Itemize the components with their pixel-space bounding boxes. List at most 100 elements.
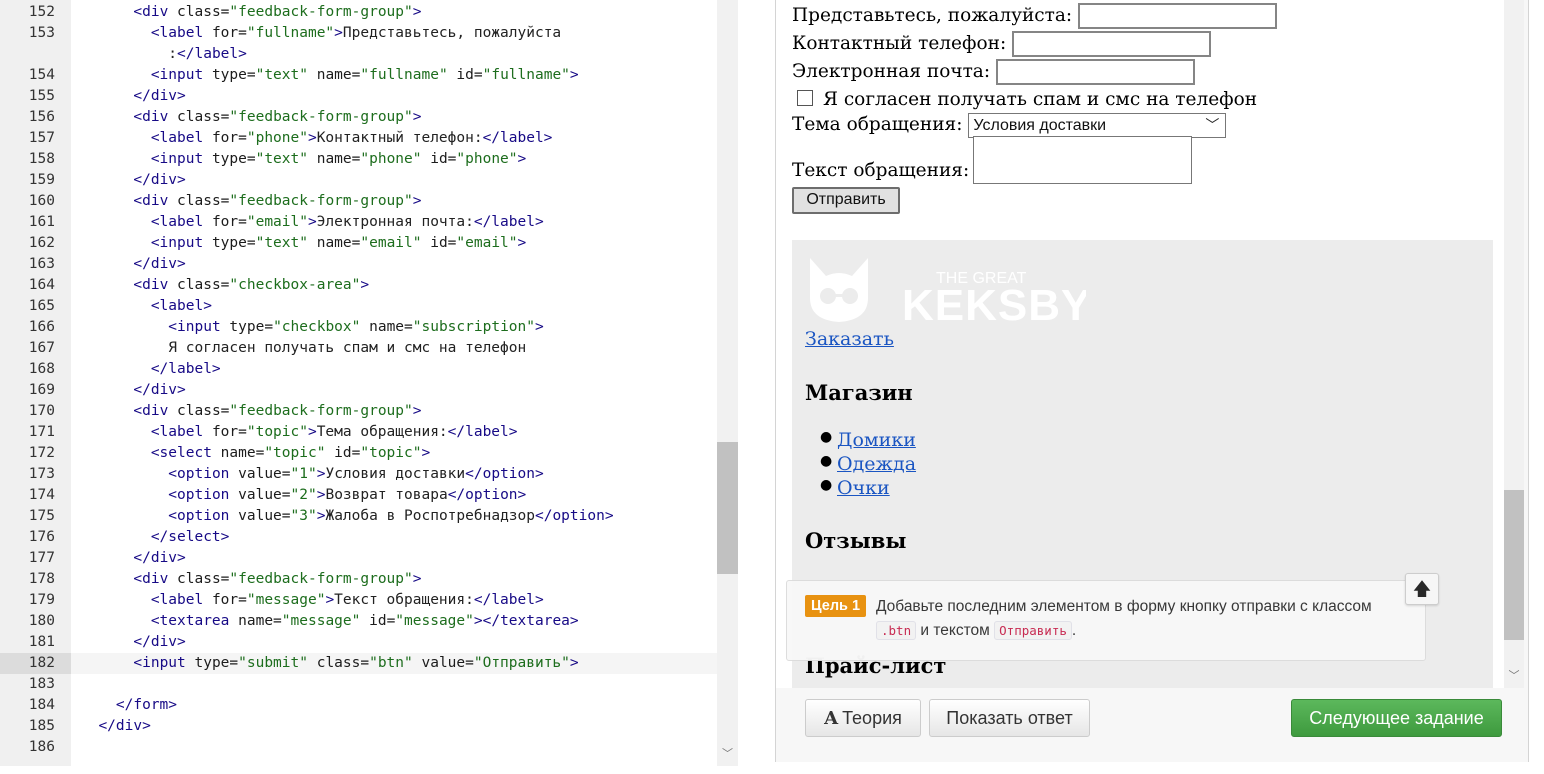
next-task-button[interactable]: Следующее задание (1291, 699, 1502, 737)
editor-scrollbar[interactable] (717, 0, 738, 766)
reviews-heading: Отзывы (805, 528, 907, 553)
code-line[interactable]: <div class="feedback-form-group"> (133, 569, 421, 590)
code-line[interactable]: <input type="text" name="email" id="emai… (151, 233, 526, 254)
code-line[interactable]: <select name="topic" id="topic"> (151, 443, 430, 464)
editor-scrollbar-thumb[interactable] (717, 442, 738, 574)
form-group-phone: Контактный телефон: (792, 31, 1212, 57)
line-number: 153 (28, 25, 55, 41)
code-line[interactable]: <label> (151, 296, 212, 317)
preview-scroll-down-icon[interactable]: ﹀ (1504, 666, 1524, 686)
order-link[interactable]: Заказать (805, 328, 894, 350)
code-line[interactable]: <input type="submit" class="btn" value="… (133, 653, 578, 674)
line-number: 174 (28, 487, 55, 503)
preview-frame[interactable]: Представьтесь, пожалуйста: Контактный те… (776, 0, 1504, 688)
code-line[interactable]: <label for="email">Электронная почта:</l… (151, 212, 544, 233)
arrow-up-icon[interactable]: 🡅 (1405, 573, 1439, 605)
email-input[interactable] (995, 59, 1195, 85)
line-number: 164 (28, 277, 55, 293)
code-line[interactable]: <label for="message">Текст обращения:</l… (151, 590, 544, 611)
code-line[interactable]: </div> (133, 170, 185, 191)
code-line[interactable]: </form> (116, 695, 177, 716)
subscription-checkbox[interactable] (797, 90, 813, 106)
code-line[interactable]: <option value="3">Жалоба в Роспотребнадз… (168, 506, 613, 527)
code-line[interactable]: <label for="phone">Контактный телефон:</… (151, 128, 553, 149)
line-number: 163 (28, 256, 55, 272)
line-number (0, 44, 55, 65)
shop-link-houses[interactable]: Домики (837, 429, 916, 451)
line-number: 176 (28, 529, 55, 545)
code-line[interactable]: </div> (133, 254, 185, 275)
code-line[interactable]: </select> (151, 527, 230, 548)
code-line[interactable]: <option value="1">Условия доставки</opti… (168, 464, 543, 485)
code-line[interactable]: Я согласен получать спам и смс на телефо… (168, 338, 526, 359)
line-number: 156 (28, 109, 55, 125)
code-line[interactable]: <input type="checkbox" name="subscriptio… (168, 317, 543, 338)
form-group-topic: Тема обращения: Условия доставки ﹀ (792, 112, 1227, 138)
shop-link-clothes[interactable]: Одежда (837, 453, 916, 475)
line-number: 167 (28, 340, 55, 356)
code-line[interactable]: :</label> (168, 44, 247, 65)
code-line[interactable]: <div class="feedback-form-group"> (133, 2, 421, 23)
line-number-gutter: 152 153 154 155 156 157 158 159 160 161 162 163 164 1… (0, 0, 71, 766)
form-group-message: Текст обращения: (792, 136, 1193, 184)
list-item: ● Домики (820, 429, 916, 451)
preview-scrollbar-thumb[interactable] (1504, 490, 1524, 640)
code-editor[interactable]: 152 153 154 155 156 157 158 159 160 161 162 163 164 1… (0, 0, 738, 766)
goal-tooltip: Цель 1 Добавьте последним элементом в фо… (786, 573, 1439, 661)
bullet-icon: ● (820, 453, 833, 469)
theory-button[interactable]: A Теория (805, 699, 921, 737)
line-number: 160 (28, 193, 55, 209)
code-line[interactable]: <div class="checkbox-area"> (133, 275, 369, 296)
code-line[interactable]: </div> (133, 380, 185, 401)
show-answer-button[interactable]: Показать ответ (929, 699, 1090, 737)
shop-heading: Магазин (805, 380, 913, 405)
task-toolbar: A Теория Показать ответ Следующее задание (776, 688, 1528, 762)
line-number: 162 (28, 235, 55, 251)
line-number: 175 (28, 508, 55, 524)
code-line[interactable]: </div> (133, 632, 185, 653)
code-line[interactable]: <label for="fullname">Представьтесь, пож… (151, 23, 561, 44)
phone-input[interactable] (1012, 31, 1212, 57)
goal-text-after: . (1071, 622, 1077, 639)
logo-big-text: KEKSBY (902, 281, 1086, 328)
bullet-icon: ● (820, 429, 833, 445)
line-number: 169 (28, 382, 55, 398)
line-number: 154 (28, 67, 55, 83)
line-number: 180 (28, 613, 55, 629)
code-line[interactable]: </div> (133, 548, 185, 569)
code-line[interactable]: </div> (133, 86, 185, 107)
topic-select[interactable]: Условия доставки ﹀ (968, 112, 1227, 138)
goal-text: Добавьте последним элементом в форму кно… (876, 595, 1396, 643)
code-line[interactable]: </label> (151, 359, 221, 380)
line-number: 170 (28, 403, 55, 419)
email-label: Электронная почта: (792, 61, 991, 82)
message-label: Текст обращения: (792, 160, 970, 181)
keksby-logo: THE GREAT KEKSBY (810, 258, 1086, 328)
chevron-down-icon: ﹀ (1205, 116, 1220, 133)
code-line[interactable]: <div class="feedback-form-group"> (133, 191, 421, 212)
bullet-icon: ● (820, 477, 833, 493)
theory-icon: A (824, 708, 839, 729)
fullname-input[interactable] (1078, 3, 1278, 29)
goal-text-before: Добавьте последним элементом в форму кно… (876, 598, 1372, 615)
editor-scroll-down-icon[interactable]: ﹀ (717, 744, 738, 764)
code-line[interactable]: <input type="text" name="phone" id="phon… (151, 149, 526, 170)
code-line[interactable]: <div class="feedback-form-group"> (133, 401, 421, 422)
message-textarea[interactable] (973, 136, 1193, 184)
theory-label: Теория (842, 708, 902, 728)
goal-code-text: Отправить (994, 621, 1072, 640)
code-line[interactable]: </div> (98, 716, 150, 737)
goal-code-class: .btn (876, 621, 917, 640)
code-line[interactable]: <input type="text" name="fullname" id="f… (151, 65, 579, 86)
line-number: 165 (28, 298, 55, 314)
line-number: 161 (28, 214, 55, 230)
code-line[interactable]: <option value="2">Возврат товара</option… (168, 485, 526, 506)
code-line[interactable]: <label for="topic">Тема обращения:</labe… (151, 422, 518, 443)
shop-link-glasses[interactable]: Очки (837, 477, 890, 499)
line-number: 184 (28, 697, 55, 713)
list-item: ● Очки (820, 477, 890, 499)
code-line[interactable]: <textarea name="message" id="message"></… (151, 611, 579, 632)
code-line[interactable]: <div class="feedback-form-group"> (133, 107, 421, 128)
goal-badge: Цель 1 (805, 595, 867, 617)
submit-button[interactable]: Отправить (792, 187, 900, 214)
